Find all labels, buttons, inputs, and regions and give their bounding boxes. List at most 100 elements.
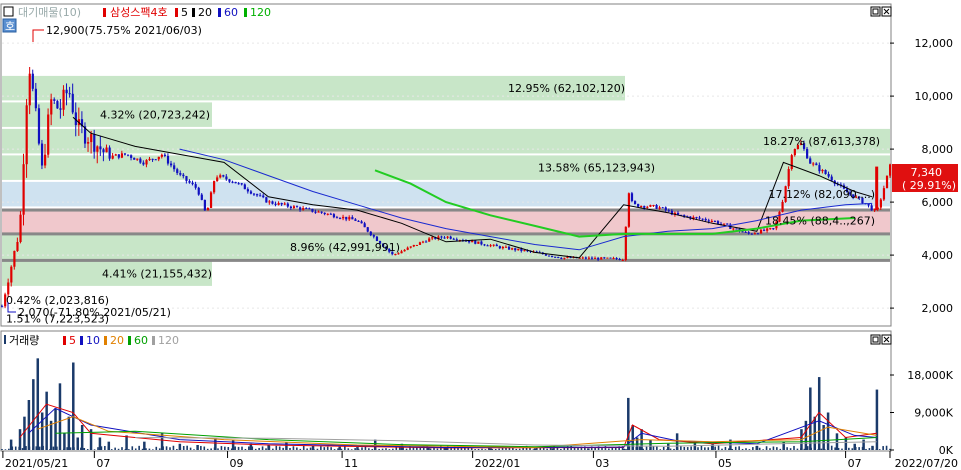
candle-body: [130, 155, 133, 158]
candle-body: [271, 201, 274, 204]
volume-bar: [213, 447, 216, 450]
candle-body: [713, 220, 717, 222]
candle-body: [203, 199, 206, 211]
candle-body: [191, 182, 194, 185]
volume-bar: [227, 447, 230, 450]
candle-body: [37, 108, 41, 144]
volume-bar: [741, 448, 744, 450]
legend-series-swatch: [103, 8, 106, 17]
candle-body: [701, 218, 704, 220]
candle-body: [87, 142, 90, 144]
candle-body: [723, 223, 726, 225]
volume-bar: [42, 445, 44, 450]
candle-body: [71, 93, 74, 113]
volume-bar: [632, 448, 634, 450]
volume-bar: [90, 447, 92, 450]
volume-bar: [285, 447, 288, 450]
volume-bar: [114, 447, 116, 450]
candle-body: [418, 242, 422, 245]
volume-bar: [734, 446, 737, 450]
volume-bar: [69, 447, 72, 450]
volume-bar: [474, 449, 476, 450]
volume-bar: [254, 448, 257, 450]
candle-body: [514, 248, 517, 251]
y-axis-labels: 2,000 4,000 6,000 8,000 10,000 12,000 0K 9,000K…: [890, 37, 954, 457]
candle-body: [612, 257, 615, 259]
candle-body: [338, 217, 342, 219]
candle-body: [590, 257, 594, 259]
candle-body: [597, 257, 600, 260]
candle-body: [501, 246, 505, 249]
volume-maximize-button[interactable]: [870, 334, 881, 345]
volume-bar: [25, 446, 27, 450]
candle-body: [646, 206, 649, 208]
candle-body: [809, 158, 812, 164]
candle-body: [25, 105, 28, 165]
candle-body: [148, 158, 151, 161]
volume-bar: [789, 448, 792, 450]
candle-body: [824, 170, 827, 175]
candle-body: [566, 256, 569, 258]
candle-body: [234, 181, 237, 184]
legend-box[interactable]: [3, 6, 14, 17]
volume-bar: [193, 449, 195, 450]
candle-body: [827, 174, 830, 177]
volume-bar: [110, 449, 113, 450]
candle-body: [133, 157, 136, 160]
candle-body: [627, 193, 631, 227]
candle-body: [630, 193, 634, 202]
volume-bar: [179, 447, 182, 450]
volume-bar: [158, 448, 161, 450]
volume-bar: [779, 448, 782, 450]
volume-bar: [662, 446, 665, 450]
volume-bar: [642, 448, 644, 450]
volume-bar: [835, 433, 839, 450]
volume-bar: [402, 447, 404, 450]
candle-body: [274, 203, 277, 205]
candle-body: [111, 155, 114, 159]
volume-bar: [220, 446, 223, 450]
candle-body: [1, 306, 4, 308]
candle-body: [200, 194, 203, 200]
volume-bar: [316, 448, 319, 450]
volume-bar: [237, 446, 240, 450]
candle-body: [806, 148, 809, 159]
candle-body: [246, 189, 250, 192]
candle-body: [707, 220, 710, 222]
candle-body: [47, 114, 50, 155]
volume-bar: [268, 445, 271, 450]
volume-bar: [49, 449, 51, 450]
volume-band-label: 4.41% (21,155,432): [102, 268, 212, 281]
volume-bar: [851, 448, 854, 450]
legend-vma20-swatch: [104, 336, 107, 345]
high-annotation-text: 12,900(75.75% 2021/06/03): [46, 24, 202, 37]
legend-vma10: 10: [86, 334, 100, 347]
x-tick-label: 05: [718, 457, 732, 470]
candle-body: [123, 153, 127, 155]
candle-body: [345, 216, 348, 220]
volume-bar: [769, 448, 771, 450]
x-tick-label: 2022/01: [475, 457, 521, 470]
volume-bar: [854, 446, 857, 450]
volume-bar: [827, 449, 830, 450]
chart-canvas: 12.95% (62,102,120) 4.32% (20,723,242) 18.…: [0, 3, 958, 470]
candle-body: [440, 236, 443, 238]
volume-bar: [347, 448, 350, 450]
candle-body: [136, 158, 139, 160]
volume-bar: [518, 448, 521, 450]
candle-body: [222, 175, 225, 177]
volume-bar: [652, 446, 655, 450]
maximize-button[interactable]: [870, 6, 881, 17]
volume-bar: [182, 446, 185, 450]
volume-bar: [752, 447, 754, 450]
volume-bar: [131, 446, 134, 450]
volume-band: [2, 234, 890, 260]
volume-bar: [868, 448, 871, 450]
volume-bar: [265, 448, 267, 450]
volume-bar: [18, 446, 20, 450]
candle-body: [28, 73, 31, 106]
candle-body: [769, 228, 772, 230]
candle-body: [560, 257, 563, 259]
candle-body: [68, 93, 71, 95]
volume-bar: [405, 448, 408, 450]
